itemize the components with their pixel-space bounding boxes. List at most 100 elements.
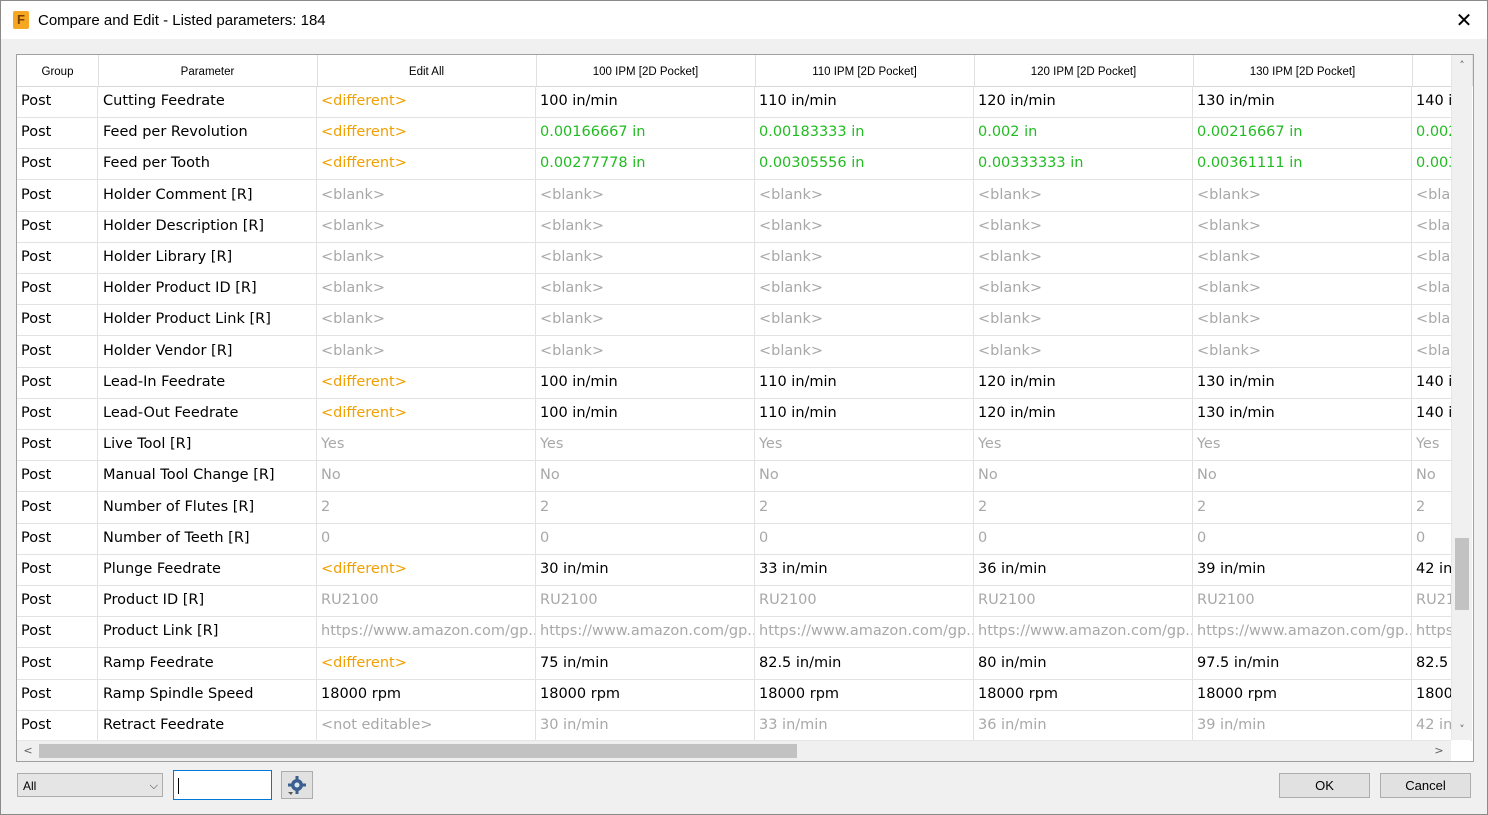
cell-parameter[interactable]: Plunge Feedrate bbox=[98, 554, 317, 585]
table-row[interactable]: Post Number of Teeth [R] 0 0 0 0 0 0 bbox=[17, 522, 1472, 555]
cell-value[interactable]: 110 in/min bbox=[755, 398, 974, 429]
cell-value[interactable]: <blank> bbox=[974, 273, 1193, 305]
cell-value[interactable]: <blank> bbox=[755, 179, 974, 211]
cell-value[interactable]: RU2100 bbox=[755, 585, 974, 617]
cell-value[interactable]: 39 in/min bbox=[1193, 554, 1412, 585]
cell-value[interactable]: Yes bbox=[1193, 429, 1412, 461]
cell-parameter[interactable]: Manual Tool Change [R] bbox=[98, 460, 317, 492]
cell-group[interactable]: Post bbox=[17, 179, 98, 211]
cell-value[interactable]: 75 in/min bbox=[536, 647, 755, 679]
cell-edit-all[interactable]: <blank> bbox=[317, 304, 536, 336]
cell-value[interactable]: 97.5 in/min bbox=[1193, 647, 1412, 679]
cell-group[interactable]: Post bbox=[17, 398, 98, 429]
column-header-100-ipm[interactable]: 100 IPM [2D Pocket] bbox=[536, 55, 756, 86]
cell-edit-all[interactable]: 2 bbox=[317, 491, 536, 523]
cell-value[interactable]: 0.00216667 in bbox=[1193, 117, 1412, 149]
cell-group[interactable]: Post bbox=[17, 366, 98, 398]
cell-parameter[interactable]: Product Link [R] bbox=[98, 616, 317, 648]
cell-edit-all[interactable]: <different> bbox=[317, 366, 536, 398]
cell-value[interactable]: https://www.amazon.com/gp... bbox=[536, 616, 755, 648]
table-row[interactable]: Post Product Link [R] https://www.amazon.c… bbox=[17, 616, 1472, 649]
cell-value[interactable]: No bbox=[1193, 460, 1412, 492]
cell-value[interactable]: 82.5 in/min bbox=[755, 647, 974, 679]
cell-value[interactable]: https://www.amazon.com/gp... bbox=[974, 616, 1193, 648]
cell-edit-all[interactable]: <not editable> bbox=[317, 710, 536, 741]
cell-value[interactable]: <blank> bbox=[974, 335, 1193, 367]
cell-edit-all[interactable]: <blank> bbox=[317, 242, 536, 273]
table-row[interactable]: Post Lead-In Feedrate <different> 100 in/mi… bbox=[17, 366, 1472, 399]
cell-value[interactable]: <blank> bbox=[536, 335, 755, 367]
cell-value[interactable]: <blank> bbox=[974, 304, 1193, 336]
table-row[interactable]: Post Feed per Tooth <different> 0.00277778 … bbox=[17, 148, 1472, 181]
cell-value[interactable]: 18000 rpm bbox=[536, 678, 755, 710]
cell-edit-all[interactable]: 18000 rpm bbox=[317, 678, 536, 710]
scroll-left-icon[interactable]: < bbox=[19, 744, 37, 758]
cell-value[interactable]: <blank> bbox=[1193, 304, 1412, 336]
scroll-right-icon[interactable]: > bbox=[1430, 744, 1448, 758]
cell-value[interactable]: 2 bbox=[974, 491, 1193, 523]
cell-group[interactable]: Post bbox=[17, 210, 98, 242]
cell-value[interactable]: 0.00277778 in bbox=[536, 148, 755, 180]
cell-value[interactable]: Yes bbox=[755, 429, 974, 461]
cell-edit-all[interactable]: RU2100 bbox=[317, 585, 536, 617]
cell-value[interactable]: <blank> bbox=[1193, 210, 1412, 242]
cell-value[interactable]: RU2100 bbox=[1193, 585, 1412, 617]
cell-parameter[interactable]: Retract Feedrate bbox=[98, 710, 317, 741]
cell-group[interactable]: Post bbox=[17, 491, 98, 523]
cell-group[interactable]: Post bbox=[17, 242, 98, 273]
close-button[interactable]: ✕ bbox=[1441, 1, 1487, 39]
cell-value[interactable]: <blank> bbox=[755, 242, 974, 273]
cell-parameter[interactable]: Feed per Revolution bbox=[98, 117, 317, 149]
cell-value[interactable]: <blank> bbox=[1193, 335, 1412, 367]
column-header-parameter[interactable]: Parameter bbox=[98, 55, 318, 86]
cell-group[interactable]: Post bbox=[17, 335, 98, 367]
cell-value[interactable]: No bbox=[536, 460, 755, 492]
horizontal-scroll-thumb[interactable] bbox=[39, 744, 797, 758]
cell-parameter[interactable]: Lead-Out Feedrate bbox=[98, 398, 317, 429]
table-row[interactable]: Post Plunge Feedrate <different> 30 in/min 3… bbox=[17, 554, 1472, 586]
table-row[interactable]: Post Live Tool [R] Yes Yes Yes Yes Yes Yes bbox=[17, 429, 1472, 462]
cell-parameter[interactable]: Holder Product ID [R] bbox=[98, 273, 317, 305]
cell-parameter[interactable]: Ramp Spindle Speed bbox=[98, 678, 317, 710]
cell-value[interactable]: 36 in/min bbox=[974, 554, 1193, 585]
cell-value[interactable]: Yes bbox=[536, 429, 755, 461]
cell-value[interactable]: 0.00183333 in bbox=[755, 117, 974, 149]
cell-edit-all[interactable]: <blank> bbox=[317, 335, 536, 367]
scroll-down-icon[interactable]: ˅ bbox=[1453, 723, 1471, 737]
cell-value[interactable]: <blank> bbox=[755, 210, 974, 242]
cell-value[interactable]: 30 in/min bbox=[536, 554, 755, 585]
cell-parameter[interactable]: Live Tool [R] bbox=[98, 429, 317, 461]
ok-button[interactable]: OK bbox=[1279, 773, 1370, 798]
cell-edit-all[interactable]: <different> bbox=[317, 398, 536, 429]
cell-value[interactable]: 120 in/min bbox=[974, 86, 1193, 117]
cell-edit-all[interactable]: Yes bbox=[317, 429, 536, 461]
cell-value[interactable]: 0 bbox=[974, 522, 1193, 554]
cell-parameter[interactable]: Holder Description [R] bbox=[98, 210, 317, 242]
cell-value[interactable]: <blank> bbox=[536, 242, 755, 273]
table-row[interactable]: Post Holder Library [R] <blank> <blank> <bla… bbox=[17, 242, 1472, 274]
cell-value[interactable]: 36 in/min bbox=[974, 710, 1193, 741]
table-row[interactable]: Post Holder Product Link [R] <blank> <blank… bbox=[17, 304, 1472, 337]
cell-group[interactable]: Post bbox=[17, 678, 98, 710]
cell-value[interactable]: <blank> bbox=[536, 304, 755, 336]
cell-group[interactable]: Post bbox=[17, 647, 98, 679]
cell-value[interactable]: 2 bbox=[1193, 491, 1412, 523]
cell-value[interactable]: 120 in/min bbox=[974, 398, 1193, 429]
table-row[interactable]: Post Holder Product ID [R] <blank> <blank> <… bbox=[17, 273, 1472, 306]
cell-parameter[interactable]: Holder Comment [R] bbox=[98, 179, 317, 211]
cell-value[interactable]: 2 bbox=[536, 491, 755, 523]
cell-edit-all[interactable]: <different> bbox=[317, 117, 536, 149]
cell-value[interactable]: 0 bbox=[536, 522, 755, 554]
group-filter-select[interactable]: All ⌵ bbox=[17, 773, 163, 797]
cell-value[interactable]: 110 in/min bbox=[755, 86, 974, 117]
cell-value[interactable]: <blank> bbox=[536, 273, 755, 305]
cell-edit-all[interactable]: 0 bbox=[317, 522, 536, 554]
cell-value[interactable]: 130 in/min bbox=[1193, 366, 1412, 398]
cell-group[interactable]: Post bbox=[17, 148, 98, 180]
cell-value[interactable]: <blank> bbox=[974, 210, 1193, 242]
cell-value[interactable]: 18000 rpm bbox=[974, 678, 1193, 710]
title-bar[interactable]: F Compare and Edit - Listed parameters: … bbox=[1, 1, 1487, 39]
cell-edit-all[interactable]: <different> bbox=[317, 86, 536, 117]
cell-group[interactable]: Post bbox=[17, 616, 98, 648]
cell-value[interactable]: 0.00333333 in bbox=[974, 148, 1193, 180]
